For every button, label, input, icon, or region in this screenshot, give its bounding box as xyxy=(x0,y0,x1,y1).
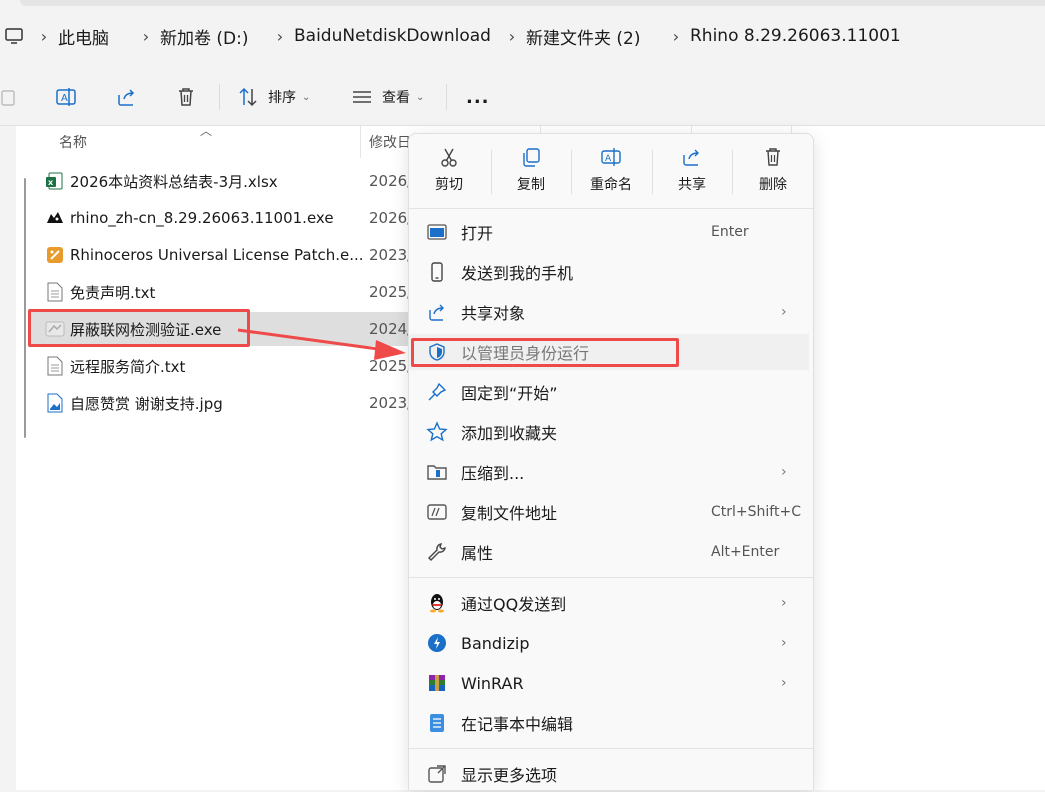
annotation-arrow xyxy=(237,328,406,360)
